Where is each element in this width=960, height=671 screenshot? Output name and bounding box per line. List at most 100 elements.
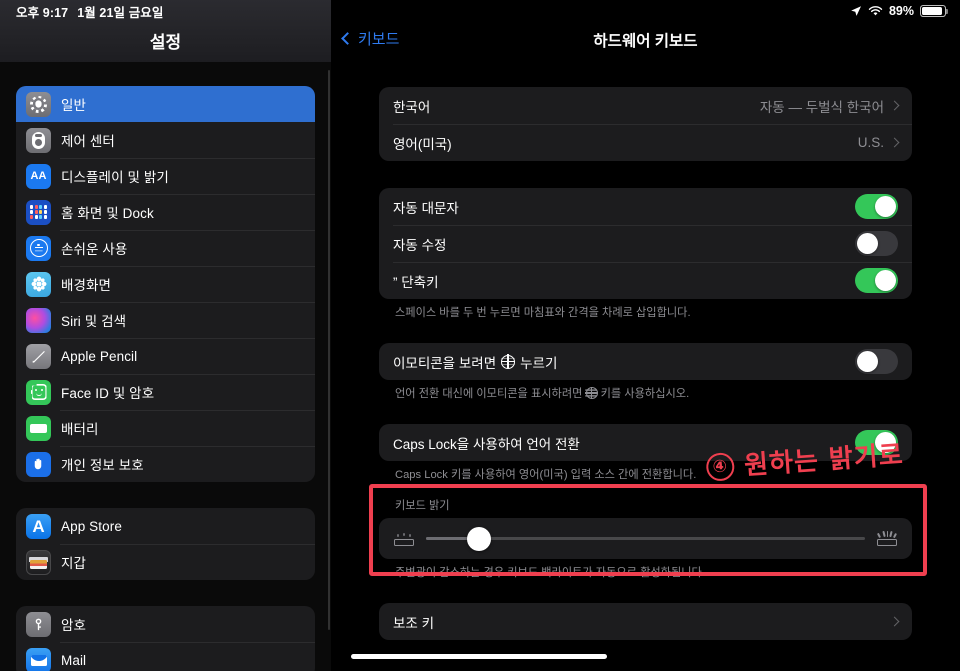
wifi-icon	[868, 5, 883, 17]
sidebar-item-label: Face ID 및 암호	[61, 386, 155, 401]
apple-pencil-icon	[26, 343, 51, 369]
chevron-right-icon	[889, 100, 900, 111]
status-date: 1월 21일 금요일	[77, 5, 164, 20]
globe-icon	[500, 354, 516, 369]
row-period-shortcut[interactable]: ” 단축키	[379, 262, 912, 299]
sidebar-item-label: App Store	[61, 518, 122, 534]
row-auto-correction[interactable]: 자동 수정	[379, 225, 912, 262]
sidebar-item-label: 배경화면	[61, 278, 112, 293]
modifier-keys-group: 보조 키	[379, 603, 912, 641]
row-right: U.S.	[857, 135, 900, 150]
sidebar-item-face-id-passcode[interactable]: Face ID 및 암호	[16, 374, 315, 410]
sidebar-item-wallpaper[interactable]: 배경화면	[16, 266, 315, 302]
row-label: 영어(미국)	[393, 136, 452, 152]
emoji-footnote-before: 언어 전환 대신에 이모티콘을 표시하려면	[395, 388, 583, 401]
row-label: Caps Lock을 사용하여 언어 전환	[393, 436, 580, 452]
slider-thumb[interactable]	[466, 526, 491, 551]
row-label: 자동 수정	[393, 237, 447, 253]
status-bar: 오후 9:17 1월 21일 금요일 89%	[0, 0, 960, 22]
keyboard-brightness-slider[interactable]	[426, 526, 865, 551]
sidebar-item-label: Apple Pencil	[61, 348, 138, 364]
sidebar-item-siri-search[interactable]: Siri 및 검색	[16, 302, 315, 338]
wallpaper-icon	[26, 271, 51, 297]
sidebar-item-label: 개인 정보 보호	[61, 458, 144, 473]
home-screen-dock-icon	[26, 199, 51, 225]
toggle-auto-correction[interactable]	[855, 231, 898, 256]
row-right: 자동 — 두벌식 한국어	[759, 96, 900, 116]
sidebar-item-label: 암호	[61, 618, 87, 633]
sidebar-item-passwords[interactable]: 암호	[16, 606, 315, 642]
status-time: 오후 9:17	[16, 5, 69, 20]
battery-icon	[920, 5, 949, 17]
sidebar-scrollbar[interactable]	[328, 70, 330, 630]
emoji-key-group: 이모티콘을 보려면 누르기	[379, 343, 912, 381]
annotation-step-number: ④	[705, 451, 736, 482]
row-korean-layout[interactable]: 한국어 자동 — 두벌식 한국어	[379, 87, 912, 124]
row-english-layout[interactable]: 영어(미국) U.S.	[379, 124, 912, 161]
sidebar-item-apple-pencil[interactable]: Apple Pencil	[16, 338, 315, 374]
row-auto-capitalization[interactable]: 자동 대문자	[379, 188, 912, 225]
keyboard-brightness-caption: 키보드 밝기	[395, 500, 450, 513]
keyboard-brightness-footnote: 주변광이 감소하는 경우 키보드 백라이트가 자동으로 활성화됩니다.	[395, 567, 705, 580]
passwords-key-icon	[26, 611, 51, 637]
row-label: 이모티콘을 보려면 누르기	[393, 352, 557, 372]
sidebar-item-app-store[interactable]: A App Store	[16, 508, 315, 544]
home-indicator[interactable]	[351, 654, 607, 659]
row-label: 한국어	[393, 99, 431, 115]
sidebar-title: 설정	[149, 33, 182, 52]
emoji-footnote-after: 키를 사용하십시오.	[600, 388, 690, 401]
sidebar-item-label: 홈 화면 및 Dock	[61, 206, 154, 221]
globe-icon	[585, 386, 598, 400]
location-arrow-icon	[850, 5, 862, 17]
sidebar-item-wallet[interactable]: 지갑	[16, 544, 315, 580]
status-bar-right: 89%	[850, 4, 949, 18]
sidebar-item-label: Siri 및 검색	[61, 314, 127, 329]
ipad-settings-screen: 오후 9:17 1월 21일 금요일 89% 설정 일반 제어 센터 AA 디스…	[0, 0, 960, 671]
keyboard-brightness-high-icon	[876, 531, 898, 547]
sidebar-item-label: 지갑	[61, 556, 87, 571]
sidebar-item-label: 손쉬운 사용	[61, 242, 128, 257]
status-bar-left: 오후 9:17 1월 21일 금요일	[16, 2, 164, 21]
sidebar-group-store: A App Store 지갑	[16, 508, 315, 580]
detail-scroll-area[interactable]: 한국어 자동 — 두벌식 한국어 영어(미국) U.S. 자동 대문자 자동 수…	[331, 62, 960, 671]
sidebar-group-apps: 암호 Mail	[16, 606, 315, 671]
chevron-right-icon	[889, 137, 900, 148]
siri-icon	[26, 307, 51, 333]
display-brightness-icon: AA	[26, 163, 51, 189]
emoji-footnote: 언어 전환 대신에 이모티콘을 표시하려면 키를 사용하십시오.	[379, 380, 912, 402]
keyboard-brightness-low-icon	[393, 531, 415, 547]
sidebar-item-label: 디스플레이 및 밝기	[61, 170, 169, 185]
sidebar-item-general[interactable]: 일반	[16, 86, 315, 122]
toggle-auto-capitalization[interactable]	[855, 194, 898, 219]
sidebar-item-privacy[interactable]: 개인 정보 보호	[16, 446, 315, 482]
sidebar-item-display-brightness[interactable]: AA 디스플레이 및 밝기	[16, 158, 315, 194]
accessibility-icon	[26, 235, 51, 261]
typing-options-group: 자동 대문자 자동 수정 ” 단축키	[379, 188, 912, 299]
row-label: 보조 키	[393, 615, 435, 631]
sidebar-scroll-area[interactable]: 일반 제어 센터 AA 디스플레이 및 밝기 홈 화면 및 Dock 손쉬운 사…	[0, 62, 331, 671]
app-store-icon: A	[26, 513, 51, 539]
row-value: 자동 — 두벌식 한국어	[759, 99, 884, 115]
sidebar-item-control-center[interactable]: 제어 센터	[16, 122, 315, 158]
sidebar-item-label: 제어 센터	[61, 134, 115, 149]
sidebar-item-battery[interactable]: 배터리	[16, 410, 315, 446]
privacy-hand-icon	[26, 451, 51, 477]
toggle-period-shortcut[interactable]	[855, 268, 898, 293]
sidebar-group-system: 일반 제어 센터 AA 디스플레이 및 밝기 홈 화면 및 Dock 손쉬운 사…	[16, 86, 315, 482]
chevron-right-icon	[889, 616, 900, 627]
gear-icon	[26, 91, 51, 117]
sidebar-item-accessibility[interactable]: 손쉬운 사용	[16, 230, 315, 266]
row-modifier-keys[interactable]: 보조 키	[379, 603, 912, 640]
row-value: U.S.	[857, 135, 884, 150]
row-emoji-globe-key[interactable]: 이모티콘을 보려면 누르기	[379, 343, 912, 380]
hardware-keyboard-pane: 키보드 하드웨어 키보드 한국어 자동 — 두벌식 한국어 영어(미국) U.S…	[331, 0, 960, 671]
sidebar-item-mail[interactable]: Mail	[16, 642, 315, 671]
face-id-icon	[26, 379, 51, 405]
row-label: ” 단축키	[393, 274, 439, 290]
battery-settings-icon	[26, 415, 51, 441]
toggle-emoji-globe-key[interactable]	[855, 349, 898, 375]
sidebar-item-home-screen-dock[interactable]: 홈 화면 및 Dock	[16, 194, 315, 230]
page-title: 하드웨어 키보드	[593, 33, 698, 50]
keyboard-language-group: 한국어 자동 — 두벌식 한국어 영어(미국) U.S.	[379, 87, 912, 161]
sidebar-item-label: 일반	[61, 98, 87, 113]
